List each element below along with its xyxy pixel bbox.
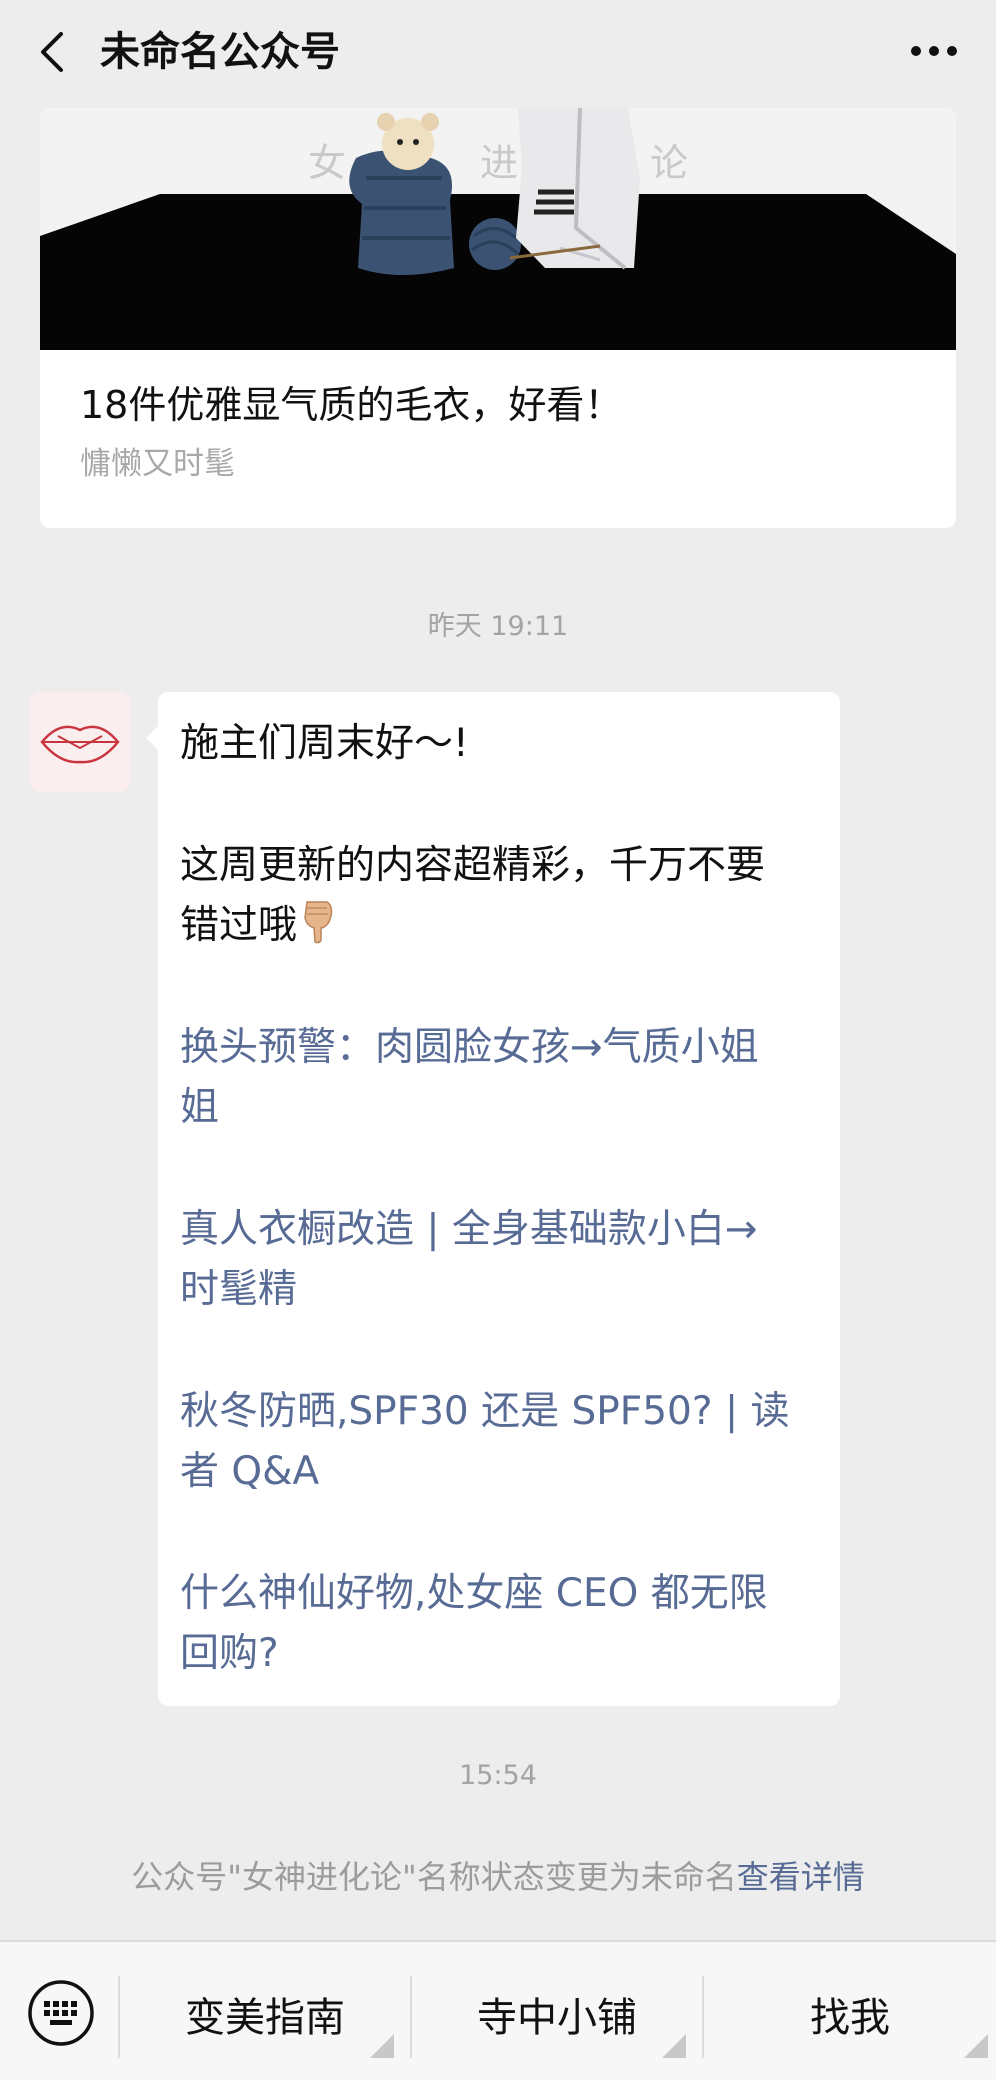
cover-illustration [40,108,956,350]
article-title: 18件优雅显气质的毛衣，好看！ [80,383,623,427]
chevron-left-icon [41,32,63,72]
message-text: 这周更新的内容超精彩，千万不要 [180,843,766,888]
view-details-link[interactable]: 查看详情 [737,1858,865,1896]
keyboard-toggle-button[interactable] [26,1978,96,2048]
article-card[interactable]: 女 进 论 18件优雅显气质的毛衣，好看！ 慵懒又时髦 [40,108,956,528]
menu-item-find-me[interactable]: 找我 [704,1966,996,2062]
pointing-down-emoji [301,898,337,962]
chat-timestamp: 15:54 [459,1760,537,1791]
article-subtitle: 慵懒又时髦 [80,446,235,482]
back-button[interactable] [22,20,82,84]
article-link[interactable]: 秋冬防晒,SPF30 还是 SPF50? | 读 [180,1382,830,1442]
submenu-indicator [370,2034,394,2058]
article-cover-image: 女 进 论 [40,108,956,350]
bottom-menu-bar: 变美指南 寺中小铺 找我 [0,1940,996,2080]
menu-item-shop[interactable]: 寺中小铺 [412,1966,702,2062]
article-link[interactable]: 回购? [180,1624,830,1684]
submenu-indicator [964,2034,988,2058]
top-nav-bar: 未命名公众号 [0,0,996,106]
chat-timestamp: 昨天 19:11 [427,611,569,642]
submenu-indicator [662,2034,686,2058]
page-title: 未命名公众号 [100,29,340,75]
article-link[interactable]: 姐 [180,1078,830,1138]
message-bubble: 施主们周末好～! 这周更新的内容超精彩，千万不要 错过哦 换头预警：肉圆脸女孩→… [146,692,840,1706]
article-link[interactable]: 时髦精 [180,1260,830,1320]
menu-item-beauty-guide[interactable]: 变美指南 [120,1966,410,2062]
more-options-button[interactable] [902,26,966,76]
article-link[interactable]: 什么神仙好物,处女座 CEO 都无限 [180,1564,830,1624]
message-text-line: 错过哦 [180,896,830,962]
message-greeting: 施主们周末好～! [180,721,469,766]
article-link[interactable]: 换头预警：肉圆脸女孩→气质小姐 [180,1018,830,1078]
system-notice: 公众号"女神进化论"名称状态变更为未命名查看详情 [0,1854,996,1900]
keyboard-icon [28,1980,94,2046]
message-text: 错过哦 [180,903,298,948]
system-notice-text: 公众号"女神进化论"名称状态变更为未命名 [131,1858,737,1896]
article-link[interactable]: 者 Q&A [180,1442,830,1502]
more-horizontal-icon [911,46,957,56]
account-avatar[interactable] [30,692,130,792]
article-link[interactable]: 真人衣橱改造 | 全身基础款小白→ [180,1200,830,1260]
lips-logo-icon [40,725,120,764]
